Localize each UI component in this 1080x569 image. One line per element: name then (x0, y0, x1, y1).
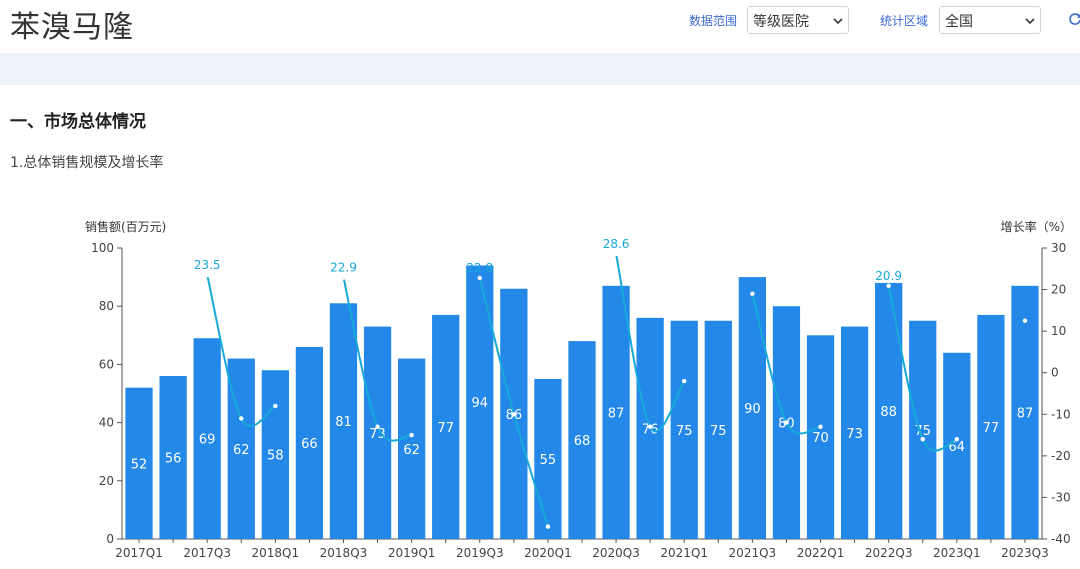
chart-title: 1.总体销售规模及增长率 (10, 155, 164, 171)
bar-value-label: 56 (165, 452, 182, 467)
growth-rate-point (477, 275, 482, 281)
x-tick-label: 2021Q3 (729, 546, 777, 560)
region-select-value: 全国 (945, 14, 973, 30)
left-y-tick-label: 60 (99, 357, 114, 371)
left-y-tick-label: 20 (99, 474, 114, 488)
bar-value-label: 68 (574, 434, 591, 449)
right-y-tick-label: 10 (1051, 324, 1066, 338)
x-tick-label: 2022Q3 (865, 546, 913, 560)
left-y-tick-label: 80 (99, 299, 114, 313)
section-title: 一、市场总体情况 (10, 112, 146, 132)
bar-value-label: 77 (983, 421, 1000, 436)
region-filter-label: 统计区域 (880, 14, 929, 28)
sales-growth-chart: 0 20 40 60 80 100 -40 -30 -20 -10 0 10 20 30 销售额(百万元) 增… (85, 219, 1072, 560)
bar-value-label: 70 (812, 431, 829, 446)
growth-rate-point (239, 416, 244, 421)
bar-value-label: 62 (233, 443, 250, 458)
x-tick-label: 2023Q3 (1001, 546, 1049, 560)
x-tick-label: 2019Q1 (388, 546, 436, 560)
bar-value-label: 58 (267, 449, 284, 464)
growth-rate-label: 23.5 (194, 258, 221, 272)
region-select[interactable]: 全国 (939, 6, 1041, 34)
page-header: 苯溴马隆 数据范围 等级医院 统计区域 全国 (0, 0, 1080, 52)
growth-rate-point (750, 291, 755, 296)
growth-rate-point (886, 283, 891, 289)
right-y-tick-label: -10 (1051, 407, 1071, 421)
x-tick-label: 2019Q3 (456, 546, 504, 560)
bar-value-label: 69 (199, 433, 216, 448)
chevron-down-icon (1025, 18, 1035, 25)
growth-rate-point (818, 424, 823, 429)
x-tick-label: 2020Q1 (524, 546, 572, 560)
right-y-tick-label: -20 (1051, 449, 1071, 463)
bar-value-label: 87 (608, 406, 625, 421)
growth-rate-point (375, 424, 380, 429)
bar-value-label: 73 (846, 427, 863, 442)
growth-rate-label: 22.8 (466, 261, 493, 275)
page-title: 苯溴马隆 (10, 10, 134, 45)
right-y-tick-label: 20 (1051, 283, 1066, 297)
x-tick-label: 2022Q1 (797, 546, 845, 560)
x-tick-label: 2017Q3 (183, 546, 231, 560)
bar-value-label: 62 (403, 443, 420, 458)
right-y-tick-label: -40 (1051, 532, 1071, 546)
bar-value-label: 77 (437, 421, 454, 436)
bar-value-label: 55 (540, 453, 557, 468)
growth-rate-point (341, 275, 346, 280)
growth-rate-point (204, 272, 210, 278)
range-select[interactable]: 等级医院 (747, 6, 849, 34)
bar-value-label: 94 (472, 396, 489, 411)
growth-rate-point (1022, 318, 1028, 323)
growth-rate-point (954, 437, 960, 442)
bar-value-label: 75 (710, 424, 727, 439)
growth-rate-point (273, 403, 278, 409)
x-tick-label: 2021Q1 (660, 546, 708, 560)
left-y-tick-label: 100 (91, 241, 114, 255)
growth-rate-point (545, 524, 551, 529)
right-y-tick-label: -30 (1051, 490, 1071, 504)
bar-value-label: 87 (1017, 406, 1034, 421)
growth-rate-point (920, 437, 925, 442)
chevron-down-icon (833, 18, 843, 25)
growth-rate-label: 20.9 (875, 269, 902, 283)
x-tick-label: 2018Q3 (320, 546, 368, 560)
right-y-axis-label: 增长率（%） (1001, 219, 1072, 234)
left-y-axis-label: 销售额(百万元) (85, 219, 166, 234)
growth-rate-label: 22.9 (330, 261, 357, 275)
growth-rate-label: 28.6 (603, 237, 630, 251)
bar-value-label: 90 (744, 402, 761, 417)
range-filter-label: 数据范围 (689, 14, 738, 28)
x-tick-label: 2023Q1 (933, 546, 981, 560)
growth-rate-point (647, 424, 653, 429)
growth-rate-point (613, 251, 619, 257)
growth-rate-point (409, 432, 414, 438)
range-select-value: 等级医院 (753, 14, 809, 30)
bar-value-label: 66 (301, 437, 318, 452)
growth-rate-point (682, 378, 687, 384)
bar-value-label: 88 (880, 405, 897, 420)
x-tick-label: 2018Q1 (252, 546, 300, 560)
refresh-icon[interactable] (1068, 12, 1080, 26)
right-y-tick-label: 30 (1051, 241, 1066, 255)
x-tick-label: 2020Q3 (592, 546, 640, 560)
right-y-tick-label: 0 (1051, 366, 1059, 380)
x-tick-label: 2017Q1 (115, 546, 163, 560)
growth-rate-point (511, 412, 517, 417)
left-y-tick-label: 40 (99, 416, 114, 430)
growth-rate-point (784, 420, 789, 425)
bar-value-label: 81 (335, 415, 352, 430)
bar-value-label: 52 (131, 457, 148, 472)
bar-value-label: 75 (676, 424, 693, 439)
toolbar-band (0, 53, 1080, 85)
left-y-tick-label: 0 (106, 532, 114, 546)
